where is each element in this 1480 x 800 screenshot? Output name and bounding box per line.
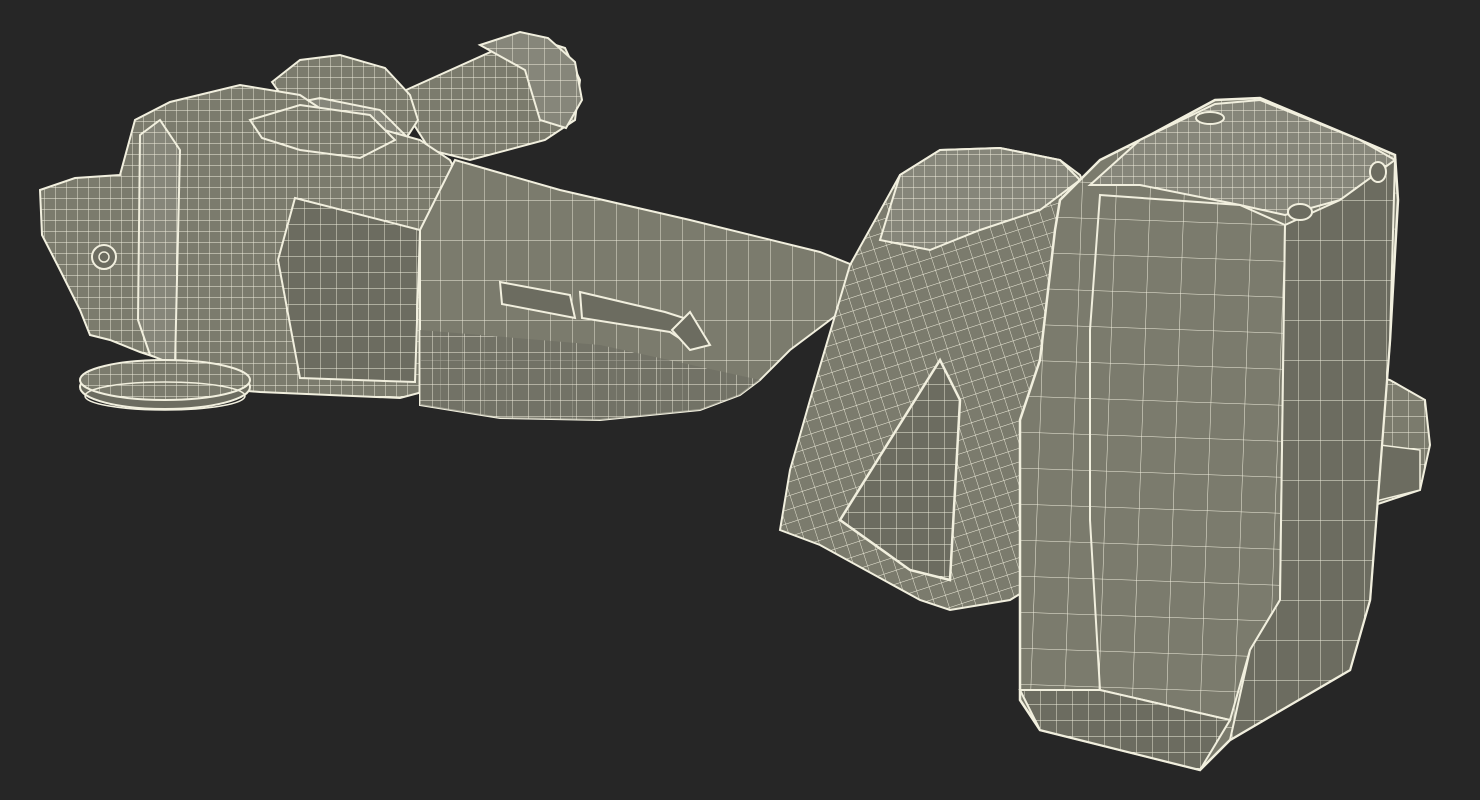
motor-body [419,158,872,422]
gear-head [38,83,482,400]
grinder-wireframe-render [38,30,1432,772]
render-viewport [0,0,1480,800]
flange-disc [79,359,251,411]
side-handle [393,30,584,162]
battery-pack [1018,96,1400,772]
